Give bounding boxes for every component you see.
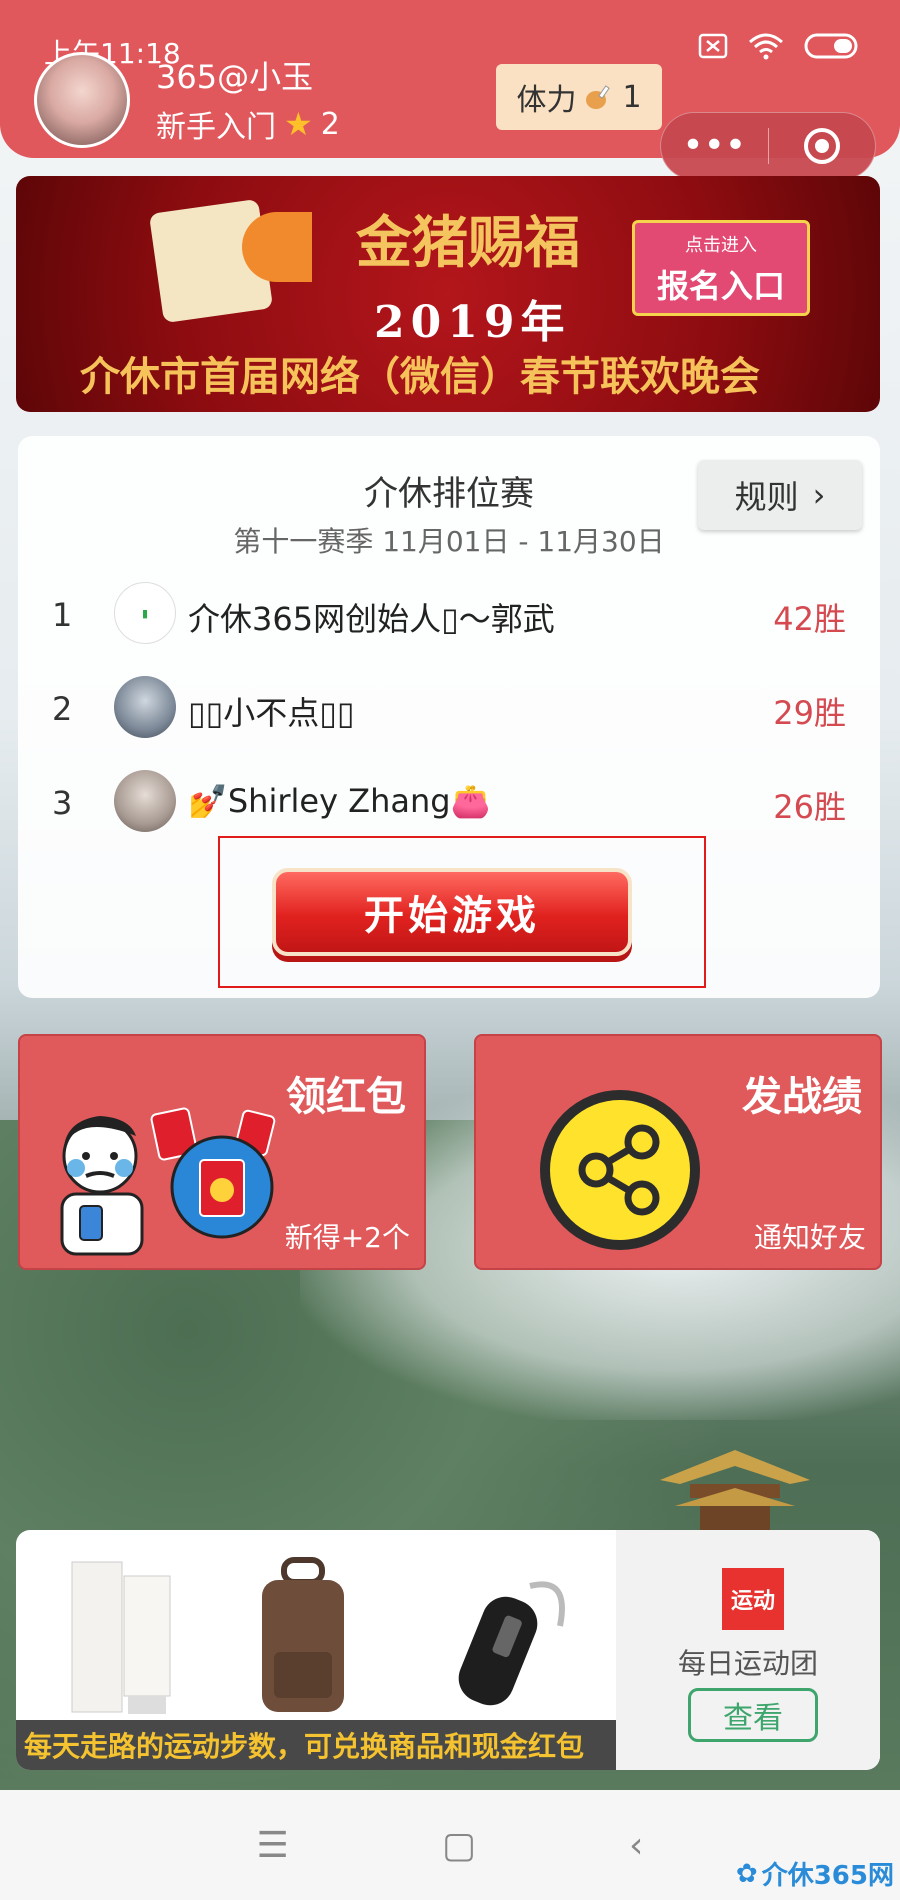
watermark: ✿ 介休365网 xyxy=(736,1855,894,1892)
sport-team-name: 每日运动团 xyxy=(677,1647,818,1680)
rank-number: 1 xyxy=(52,596,73,634)
sport-team-panel: 运动 每日运动团 查看 xyxy=(616,1530,880,1770)
level-label: 新手入门 xyxy=(156,110,276,145)
event-banner[interactable]: 金猪赐福 2019年 介休市首届网络（微信）春节联欢晚会 点击进入 报名入口 xyxy=(16,176,880,412)
sport-ad-banner[interactable]: 每天走路的运动步数，可兑换商品和现金红包 运动 每日运动团 查看 xyxy=(16,1530,880,1770)
skincare-product-image xyxy=(71,1561,171,1714)
bluetooth-headset-image xyxy=(458,1581,565,1706)
user-avatar[interactable] xyxy=(34,52,130,148)
player-name: 介休365网创始人▯～郭武 xyxy=(188,600,555,638)
stamina-badge[interactable]: 体力 1 xyxy=(496,64,662,130)
signup-small-label: 点击进入 xyxy=(685,235,757,256)
player-wins: 42胜 xyxy=(773,600,846,638)
pavilion-image xyxy=(660,1450,810,1530)
share-record-title: 发战绩 xyxy=(742,1074,862,1120)
share-record-subtitle: 通知好友 xyxy=(753,1221,866,1254)
back-icon[interactable]: ‹ xyxy=(629,1825,643,1866)
red-packet-count: 新得+2个 xyxy=(284,1221,410,1254)
player-avatar: ▮ xyxy=(114,582,176,644)
signup-label: 报名入口 xyxy=(656,267,785,305)
stamina-label: 体力 xyxy=(516,83,577,118)
sim-off-icon xyxy=(698,33,728,59)
level-stars: 2 xyxy=(320,106,340,142)
wifi-icon xyxy=(749,33,783,60)
rules-button[interactable]: 规则 › xyxy=(698,460,862,530)
red-packet-tile[interactable]: 领红包 新得+2个 xyxy=(18,1034,426,1270)
start-game-highlight: 开始游戏 xyxy=(218,836,706,988)
stamina-value: 1 xyxy=(622,79,642,115)
user-level: 新手入门 ★ 2 xyxy=(156,102,340,146)
miniprogram-capsule: ••• xyxy=(660,112,876,180)
player-name: 💅Shirley Zhang👛 xyxy=(188,782,491,820)
close-miniprogram-button[interactable] xyxy=(768,126,875,166)
sport-logo: 运动 xyxy=(722,1568,784,1630)
player-avatar xyxy=(114,770,176,832)
share-record-tile[interactable]: 发战绩 通知好友 xyxy=(474,1034,882,1270)
share-icon xyxy=(540,1090,700,1250)
ranking-row[interactable]: 2 ▯▯小不点▯▯ 29胜 xyxy=(18,674,880,744)
banner-title: 金猪赐福 xyxy=(356,210,580,276)
system-status-icons xyxy=(698,32,860,60)
banner-year: 2019年 xyxy=(374,297,571,348)
menu-icon[interactable]: ☰ xyxy=(257,1825,289,1866)
watermark-text: 介休365网 xyxy=(761,1861,894,1891)
more-menu-button[interactable]: ••• xyxy=(661,128,768,164)
player-wins: 29胜 xyxy=(773,694,846,732)
player-avatar xyxy=(114,676,176,738)
watermark-logo-icon: ✿ xyxy=(735,1858,758,1889)
coin-envelope-image xyxy=(170,1135,274,1239)
rank-number: 3 xyxy=(52,784,73,822)
red-packet-title: 领红包 xyxy=(286,1074,406,1120)
home-square-icon[interactable]: ▢ xyxy=(442,1825,476,1866)
ranking-row[interactable]: 1 ▮ 介休365网创始人▯～郭武 42胜 xyxy=(18,580,880,650)
ranking-row[interactable]: 3 💅Shirley Zhang👛 26胜 xyxy=(18,768,880,838)
banner-subtitle: 介休市首届网络（微信）春节联欢晚会 xyxy=(80,353,760,400)
view-button[interactable]: 查看 xyxy=(688,1688,818,1742)
player-name: ▯▯小不点▯▯ xyxy=(188,694,355,732)
start-game-button[interactable]: 开始游戏 xyxy=(272,868,632,956)
battery-icon xyxy=(804,33,858,59)
rules-label: 规则 xyxy=(734,478,799,516)
rank-number: 2 xyxy=(52,690,73,728)
signup-entry-button[interactable]: 点击进入 报名入口 xyxy=(632,220,810,316)
ranking-card: 介休排位赛 第十一赛季 11月01日 - 11月30日 规则 › 1 ▮ 介休3… xyxy=(18,436,880,998)
megaphone-image xyxy=(242,212,312,282)
close-circle-icon xyxy=(803,128,840,164)
ad-caption: 每天走路的运动步数，可兑换商品和现金红包 xyxy=(16,1720,616,1770)
backpack-image xyxy=(262,1557,344,1712)
star-icon: ★ xyxy=(284,105,313,143)
chevron-right-icon: › xyxy=(812,476,826,514)
drumstick-icon xyxy=(586,85,611,109)
player-wins: 26胜 xyxy=(773,788,846,826)
username: 365@小玉 xyxy=(156,58,314,96)
